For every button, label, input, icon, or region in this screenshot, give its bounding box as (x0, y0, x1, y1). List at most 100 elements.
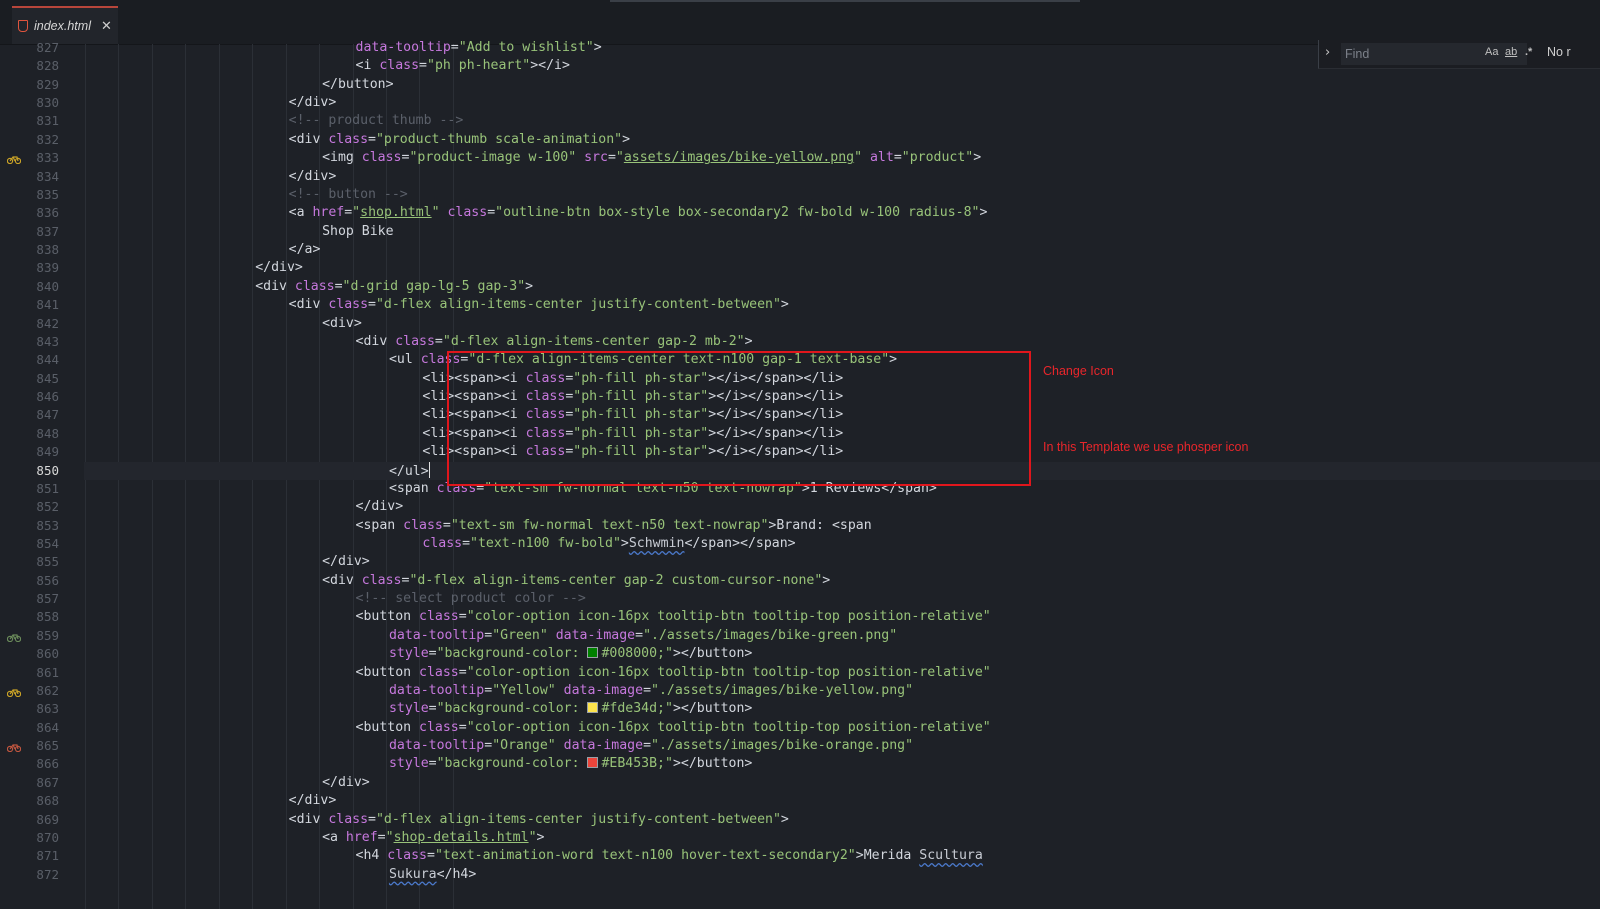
bike-image-preview-icon (7, 687, 21, 697)
code-token: data-tooltip (388, 682, 485, 698)
code-token: <h4 (355, 848, 388, 864)
close-icon[interactable]: ✕ (101, 19, 112, 34)
code-token: " (385, 829, 394, 845)
code-token: = (458, 609, 467, 625)
code-line[interactable]: 854 class="text-n100 fw-bold">Schwmin</sp… (0, 535, 1600, 554)
code-token: = (334, 278, 343, 294)
code-line[interactable]: 871 <h4 class="text-animation-word text-n… (0, 847, 1600, 866)
line-number: 868 (36, 793, 59, 809)
code-token: = (487, 205, 496, 221)
code-line[interactable]: 855 </div> (0, 553, 1600, 572)
code-line[interactable]: 868 </div> (0, 792, 1600, 811)
code-token: = (442, 517, 451, 533)
code-line[interactable]: 833 <img class="product-image w-100" src=… (0, 149, 1600, 168)
code-line[interactable]: 842 <div> (0, 315, 1600, 334)
code-line[interactable]: 864 <button class="color-option icon-16px… (0, 719, 1600, 738)
line-number: 851 (36, 480, 59, 496)
code-token: class (419, 664, 459, 680)
match-case-toggle[interactable]: Aa (1485, 46, 1498, 58)
code-line[interactable]: 838 </a> (0, 241, 1600, 260)
code-token: "text-n100 fw-bold" (470, 535, 621, 551)
code-text: style="background-color: #fde34d;"></but… (389, 700, 752, 719)
code-token: <i (355, 58, 380, 74)
code-line[interactable]: 860 style="background-color: #008000;"></… (0, 645, 1600, 664)
regex-toggle[interactable]: .* (1525, 46, 1532, 58)
code-line[interactable]: 867 </div> (0, 774, 1600, 793)
code-token: <div (255, 278, 295, 294)
line-number: 842 (36, 315, 59, 331)
code-token: class (387, 848, 427, 864)
code-line[interactable]: 843 <div class="d-flex align-items-center… (0, 333, 1600, 352)
code-line[interactable]: 858 <button class="color-option icon-16px… (0, 608, 1600, 627)
code-token: = (458, 719, 467, 735)
code-line[interactable]: 840 <div class="d-grid gap-lg-5 gap-3"> (0, 278, 1600, 297)
code-line[interactable]: 857 <!-- select product color --> (0, 590, 1600, 609)
code-token: <a (322, 829, 346, 845)
html-file-icon (18, 20, 28, 32)
code-line[interactable]: 856 <div class="d-flex align-items-center… (0, 572, 1600, 591)
code-line[interactable]: 839 </div> (0, 259, 1600, 278)
code-token: <ul (388, 352, 421, 368)
code-token: #fde34d;" (601, 701, 673, 717)
code-line[interactable]: 872 Sukura</h4> (0, 866, 1600, 885)
code-text: <i class="ph ph-heart"></i> (356, 57, 570, 76)
code-line[interactable]: 869 <div class="d-flex align-items-center… (0, 811, 1600, 830)
code-text: </div> (289, 94, 337, 113)
code-token: = (607, 150, 616, 166)
code-token: <div (355, 333, 396, 349)
code-line[interactable]: 834 </div> (0, 168, 1600, 187)
line-number: 827 (36, 40, 59, 55)
code-text: <div class="d-grid gap-lg-5 gap-3"> (255, 278, 533, 297)
code-line[interactable]: 870 <a href="shop-details.html"> (0, 829, 1600, 848)
code-token: = (426, 848, 435, 864)
code-text: <a href="shop.html" class="outline-btn b… (289, 204, 988, 223)
code-line[interactable]: 841 <div class="d-flex align-items-center… (0, 296, 1600, 315)
code-token: = (368, 131, 376, 147)
find-widget: › Aa ab .* No r (1318, 40, 1600, 69)
code-token: </h4> (436, 866, 477, 882)
code-line[interactable]: 832 <div class="product-thumb scale-anima… (0, 131, 1600, 150)
code-line[interactable]: 831 <!-- product thumb --> (0, 112, 1600, 131)
code-line[interactable]: 865 data-tooltip="Orange" data-image="./a… (0, 737, 1600, 756)
code-line[interactable]: 830 </div> (0, 94, 1600, 113)
code-line[interactable]: 852 </div> (0, 498, 1600, 517)
chevron-right-icon[interactable]: › (1325, 45, 1330, 60)
code-line[interactable]: 862 data-tooltip="Yellow" data-image="./a… (0, 682, 1600, 701)
code-line[interactable]: 829 </button> (0, 76, 1600, 95)
code-token: class (379, 58, 420, 74)
line-number: 834 (36, 168, 59, 184)
code-text: <div class="product-thumb scale-animatio… (289, 131, 630, 150)
code-text: <a href="shop-details.html"> (322, 829, 544, 848)
line-number: 843 (36, 333, 59, 349)
code-token: Brand: (776, 517, 832, 533)
color-swatch[interactable] (587, 647, 599, 659)
code-line[interactable]: 863 style="background-color: #fde34d;"></… (0, 700, 1600, 719)
code-token: <!-- product thumb --> (288, 113, 464, 129)
color-swatch[interactable] (587, 757, 599, 769)
code-line[interactable]: 861 <button class="color-option icon-16px… (0, 664, 1600, 683)
line-number: 838 (36, 242, 59, 258)
code-token: ></i> (530, 58, 570, 74)
line-number: 848 (36, 425, 59, 441)
find-input[interactable] (1341, 43, 1527, 65)
code-line[interactable]: 853 <span class="text-sm fw-normal text-n… (0, 517, 1600, 536)
code-token: = (368, 297, 376, 313)
code-text: <div class="d-flex align-items-center ju… (289, 811, 789, 830)
code-line[interactable]: 836 <a href="shop.html" class="outline-bt… (0, 204, 1600, 223)
code-token: > (744, 333, 753, 349)
code-token: "d-grid gap-lg-5 gap-3" (342, 278, 526, 294)
code-line[interactable]: 837 Shop Bike (0, 223, 1600, 242)
code-text: style="background-color: #008000;"></but… (389, 645, 752, 664)
code-token: "product-image w-100" (409, 150, 585, 166)
line-number: 829 (36, 76, 59, 92)
code-token: "text-sm fw-normal text-n50 text-nowrap" (450, 517, 769, 533)
code-token: > (979, 205, 988, 221)
code-line[interactable]: 859 data-tooltip="Green" data-image="./as… (0, 627, 1600, 646)
code-token: " (528, 829, 537, 845)
match-whole-word-toggle[interactable]: ab (1505, 46, 1517, 58)
color-swatch[interactable] (587, 702, 599, 714)
code-line[interactable]: 835 <!-- button --> (0, 186, 1600, 205)
code-line[interactable]: 866 style="background-color: #EB453B;"></… (0, 755, 1600, 774)
code-token: Schwmin (628, 535, 685, 551)
code-token: "Add to wishlist" (458, 40, 594, 55)
